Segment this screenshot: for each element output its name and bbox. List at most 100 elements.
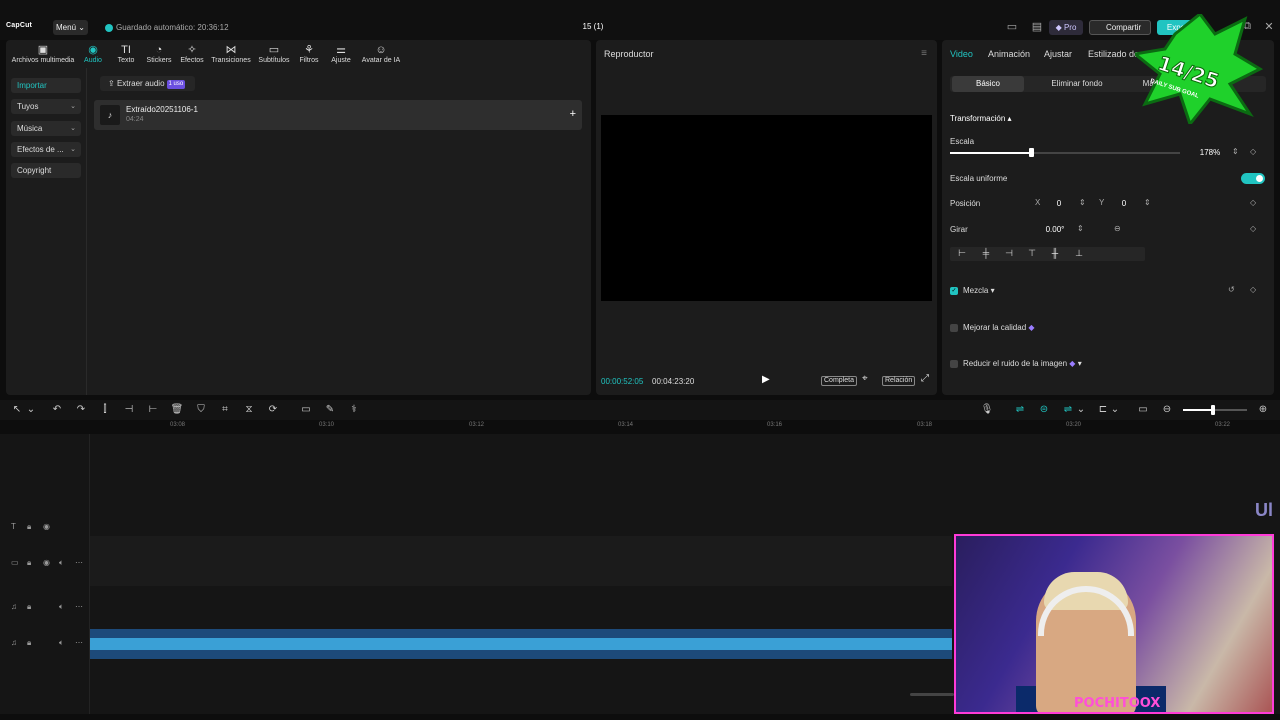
project-title[interactable]: 15 (1) bbox=[560, 22, 626, 31]
scale-value[interactable]: 178% bbox=[1192, 148, 1228, 157]
timeline-ruler[interactable]: 03:08 03:10 03:12 03:14 03:16 03:18 03:2… bbox=[90, 420, 1280, 434]
denoise-checkbox[interactable] bbox=[950, 360, 958, 368]
zoom-out-icon[interactable]: ⊖ bbox=[1160, 404, 1174, 415]
blend-checkbox[interactable]: ✓ bbox=[950, 287, 958, 295]
sidebar-item-copyright[interactable]: Copyright bbox=[11, 163, 81, 178]
enhance-quality-checkbox[interactable] bbox=[950, 324, 958, 332]
tab-stickers[interactable]: ◔ Stickers bbox=[143, 43, 175, 64]
tab-adjust[interactable]: ⚌ Ajuste bbox=[327, 43, 355, 64]
tab-filters[interactable]: ⚘ Filtros bbox=[295, 43, 323, 64]
caption-toggle-icon[interactable]: ▭ bbox=[1136, 404, 1150, 415]
more-icon[interactable]: ⋯ bbox=[75, 638, 83, 647]
lock-icon[interactable]: 🔒︎ bbox=[27, 558, 31, 568]
ai-tool-icon[interactable]: ⚕ bbox=[347, 404, 361, 415]
lock-icon[interactable]: 🔒︎ bbox=[27, 602, 31, 612]
audio-file-item[interactable]: ♪ Extraído20251106-1 04:24 + bbox=[94, 100, 582, 130]
undo-icon[interactable]: ↶ bbox=[50, 404, 64, 415]
full-view-button[interactable]: Completa bbox=[821, 376, 857, 386]
tab-adjust-props[interactable]: Ajustar bbox=[1044, 49, 1072, 59]
subtab-basic[interactable]: Básico bbox=[952, 76, 1024, 92]
align-right-icon[interactable]: ⊣ bbox=[1001, 248, 1017, 259]
rotate-icon[interactable]: ⟳ bbox=[266, 404, 280, 415]
caption-icon[interactable]: ▭ bbox=[299, 404, 313, 415]
microphone-icon[interactable]: 🎙 bbox=[980, 404, 994, 415]
eye-icon[interactable]: ◉ bbox=[43, 558, 50, 567]
delete-icon[interactable]: 🗑 bbox=[170, 404, 184, 415]
split-left-icon[interactable]: ⊣ bbox=[122, 404, 136, 415]
speaker-icon[interactable]: 🔈︎ bbox=[59, 602, 64, 612]
zoom-slider-handle[interactable] bbox=[1211, 405, 1215, 415]
keyframe-icon[interactable]: ◇ bbox=[1250, 285, 1256, 294]
link-clip-icon[interactable]: ⇌ bbox=[1061, 404, 1075, 415]
stepper-icon[interactable]: ⇕ bbox=[1079, 198, 1086, 207]
align-center-h-icon[interactable]: ╪ bbox=[978, 248, 994, 258]
redo-icon[interactable]: ↷ bbox=[74, 404, 88, 415]
layout-icon[interactable]: ▭ bbox=[1005, 20, 1019, 33]
tab-animation[interactable]: Animación bbox=[988, 49, 1030, 59]
scale-slider-handle[interactable] bbox=[1029, 148, 1034, 157]
sidebar-item-music[interactable]: Música ⌄ bbox=[11, 121, 81, 136]
reset-icon[interactable]: ↺ bbox=[1228, 285, 1235, 294]
pos-x-input[interactable]: 0 bbox=[1047, 199, 1071, 208]
speaker-icon[interactable]: 🔈︎ bbox=[59, 638, 64, 648]
rotate-dial-icon[interactable]: ⊖ bbox=[1114, 224, 1121, 233]
split-right-icon[interactable]: ⊢ bbox=[146, 404, 160, 415]
player-canvas[interactable] bbox=[601, 115, 932, 301]
align-top-icon[interactable]: ⊤ bbox=[1024, 248, 1040, 259]
tab-video[interactable]: Video bbox=[950, 49, 973, 59]
fullscreen-icon[interactable]: ⤢ bbox=[921, 373, 929, 384]
split-icon[interactable]: ⫿ bbox=[98, 404, 112, 415]
uniform-scale-toggle[interactable] bbox=[1241, 173, 1265, 184]
keyframe-icon[interactable]: ◇ bbox=[1250, 224, 1256, 233]
extract-audio-button[interactable]: ⇪ Extraer audio 1 uso bbox=[100, 76, 195, 91]
keyframe-icon[interactable]: ◇ bbox=[1250, 198, 1256, 207]
player-menu-icon[interactable]: ≡ bbox=[921, 48, 927, 59]
tab-effects[interactable]: ✧ Efectos bbox=[178, 43, 206, 64]
menu-button[interactable]: Menú ⌄ bbox=[53, 20, 88, 35]
tab-stylize[interactable]: Estilizado de bbox=[1088, 49, 1139, 59]
timeline-scrollbar[interactable] bbox=[910, 693, 954, 696]
ratio-button[interactable]: Relación bbox=[882, 376, 916, 386]
chevron-down-icon[interactable]: ⌄ bbox=[24, 404, 38, 415]
crop-icon[interactable]: ⌗ bbox=[218, 404, 232, 415]
tab-media[interactable]: ▣ Archivos multimedia bbox=[9, 43, 77, 64]
play-icon[interactable]: ▶ bbox=[762, 374, 770, 385]
audio-clip[interactable] bbox=[90, 629, 952, 659]
more-icon[interactable]: ⋯ bbox=[75, 602, 83, 611]
subtab-remove-bg[interactable]: Eliminar fondo bbox=[1032, 76, 1122, 92]
sidebar-item-yours[interactable]: Tuyos ⌄ bbox=[11, 99, 81, 114]
tab-text[interactable]: TI Texto bbox=[112, 43, 140, 64]
more-icon[interactable]: ⋯ bbox=[75, 558, 83, 567]
shield-icon[interactable]: ⛉ bbox=[194, 404, 208, 415]
stepper-icon[interactable]: ⇕ bbox=[1077, 224, 1084, 233]
align-left-icon[interactable]: ⊢ bbox=[954, 248, 970, 259]
select-tool-icon[interactable]: ↖ bbox=[10, 404, 24, 415]
mirror-icon[interactable]: ⧖ bbox=[242, 404, 256, 415]
chevron-down-icon[interactable]: ⌄ bbox=[1074, 404, 1088, 415]
rotate-input[interactable]: 0.00° bbox=[1037, 225, 1073, 234]
blend-label[interactable]: Mezcla ▾ bbox=[963, 286, 995, 295]
lock-icon[interactable]: 🔒︎ bbox=[27, 638, 31, 648]
sidebar-item-sound-effects[interactable]: Efectos de ... ⌄ bbox=[11, 142, 81, 157]
stepper-icon[interactable]: ⇕ bbox=[1232, 147, 1239, 156]
shortcuts-icon[interactable]: ▤ bbox=[1030, 20, 1044, 33]
chevron-down-icon[interactable]: ⌄ bbox=[1108, 404, 1122, 415]
link-track-icon[interactable]: ⇌ bbox=[1013, 404, 1027, 415]
lock-icon[interactable]: 🔒︎ bbox=[27, 522, 31, 532]
pro-button[interactable]: ◆ Pro bbox=[1049, 20, 1083, 35]
transform-section-title[interactable]: Transformación ▴ bbox=[950, 114, 1012, 123]
magnet-icon[interactable]: ⊜ bbox=[1037, 404, 1051, 415]
tab-audio[interactable]: ◉ Audio bbox=[80, 43, 106, 64]
stepper-icon[interactable]: ⇕ bbox=[1144, 198, 1151, 207]
speaker-icon[interactable]: 🔈︎ bbox=[59, 558, 64, 568]
pos-y-input[interactable]: 0 bbox=[1112, 199, 1136, 208]
tab-transitions[interactable]: ⋈ Transiciones bbox=[209, 43, 253, 64]
magic-icon[interactable]: ✎ bbox=[323, 404, 337, 415]
align-center-v-icon[interactable]: ╫ bbox=[1047, 248, 1063, 258]
zoom-in-icon[interactable]: ⊕ bbox=[1256, 404, 1270, 415]
align-bottom-icon[interactable]: ⊥ bbox=[1071, 248, 1087, 259]
tab-ai-avatar[interactable]: ☺ Avatar de IA bbox=[358, 43, 404, 64]
add-to-timeline-icon[interactable]: + bbox=[570, 108, 576, 120]
sidebar-item-import[interactable]: Importar bbox=[11, 78, 81, 93]
main-video-lane[interactable] bbox=[90, 536, 952, 586]
